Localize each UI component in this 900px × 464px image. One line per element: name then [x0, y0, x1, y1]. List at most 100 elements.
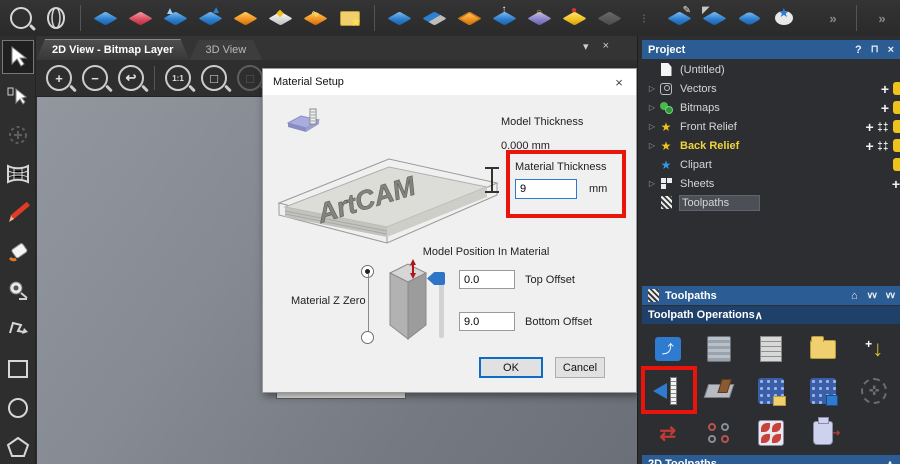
grid-relief-icon[interactable]: [456, 5, 482, 31]
tab-2d-view[interactable]: 2D View - Bitmap Layer: [36, 39, 189, 60]
zoom-in-icon[interactable]: +: [46, 65, 72, 91]
toolpaths-2d-header[interactable]: 2D Toolpaths ∧: [642, 455, 900, 464]
toolpath-calculator-icon[interactable]: [702, 332, 736, 366]
invert-relief-icon[interactable]: [386, 5, 412, 31]
tool-database-icon[interactable]: [806, 332, 840, 366]
circle-tool-icon[interactable]: [2, 391, 34, 425]
rotary-toolpath-icon[interactable]: [806, 416, 841, 450]
texture-relief-icon[interactable]: ∿: [302, 5, 328, 31]
select-tool-icon[interactable]: [1, 40, 34, 74]
collapse-double-icon[interactable]: ∨∨: [867, 290, 878, 301]
delete-material-icon[interactable]: [702, 374, 736, 408]
add-relief-icon[interactable]: ▲: [162, 5, 188, 31]
raise-relief-icon[interactable]: ↑: [491, 5, 517, 31]
weave-relief-icon[interactable]: [232, 5, 258, 31]
sculpt-relief-icon[interactable]: [127, 5, 153, 31]
paint-tool-icon[interactable]: [2, 196, 34, 230]
tab-dropdown-icon[interactable]: ▾: [583, 40, 589, 53]
fold-relief-icon[interactable]: ◤: [701, 5, 727, 31]
collapse-icon[interactable]: ∧: [755, 309, 763, 322]
expand-icon[interactable]: ▷: [646, 179, 658, 188]
zoom-out-icon[interactable]: −: [82, 65, 108, 91]
tree-item-sheets[interactable]: ▷ Sheets +: [642, 174, 900, 193]
tree-item-bitmaps[interactable]: ▷ Bitmaps +: [642, 98, 900, 117]
wrap-relief-icon[interactable]: ✎: [666, 5, 692, 31]
dialog-close-icon[interactable]: ×: [602, 69, 636, 95]
donut-relief-icon[interactable]: ●: [561, 5, 587, 31]
overflow-more-icon[interactable]: »: [819, 5, 845, 31]
expand-icon[interactable]: ▷: [646, 84, 658, 93]
merge-toolpaths-save-icon[interactable]: [806, 374, 840, 408]
add-bitmap-icon[interactable]: +: [881, 101, 889, 115]
add-vectors-icon[interactable]: +: [881, 82, 889, 96]
project-panel-title: Project: [648, 43, 686, 56]
zoom-previous-icon[interactable]: ↩: [118, 65, 144, 91]
zoom-fit-icon[interactable]: □: [201, 65, 227, 91]
expand-icon[interactable]: ▷: [646, 122, 658, 131]
tree-item-back-relief[interactable]: ▷ ★ Back Relief + ++ ++: [642, 136, 900, 155]
add-relief-layer-icon[interactable]: +: [865, 120, 873, 134]
wedge-relief-icon[interactable]: [736, 5, 762, 31]
cancel-button[interactable]: Cancel: [555, 357, 605, 378]
ring-tray-relief-icon[interactable]: ○: [526, 5, 552, 31]
merge-toolpaths-folder-icon[interactable]: [754, 374, 788, 408]
toolpath-operations-header[interactable]: Toolpath Operations ∧: [642, 306, 900, 324]
material-setup-dialog: Material Setup × Model Thickness 0.000 m…: [262, 68, 637, 393]
visibility-icon[interactable]: [893, 139, 900, 152]
relief-layers-icon[interactable]: ++ ++: [878, 139, 889, 152]
toolpath-summary-icon[interactable]: [754, 332, 788, 366]
overflow-more-2-icon[interactable]: »: [868, 5, 894, 31]
pin-icon[interactable]: ⊓: [871, 44, 879, 55]
offset-slider-track[interactable]: [439, 276, 444, 338]
home-icon[interactable]: ⌂: [851, 290, 858, 302]
simulate-toolpath-icon[interactable]: ⇄: [651, 416, 685, 450]
tree-item-toolpaths[interactable]: Toolpaths: [642, 193, 900, 212]
tile-toolpaths-icon[interactable]: [754, 416, 788, 450]
save-toolpaths-icon[interactable]: ⤴: [651, 332, 685, 366]
polyline-tool-icon[interactable]: [2, 313, 34, 347]
distort-tool-icon[interactable]: [2, 157, 34, 191]
erase-tool-icon[interactable]: [2, 235, 34, 269]
tab-3d-view[interactable]: 3D View: [189, 40, 262, 60]
expand-icon[interactable]: ▷: [646, 103, 658, 112]
collapse-icon[interactable]: ∧: [886, 458, 894, 464]
preview-relief-icon[interactable]: [43, 5, 69, 31]
smooth-relief-icon[interactable]: [92, 5, 118, 31]
tab-close-icon[interactable]: ×: [603, 40, 609, 53]
ok-button[interactable]: OK: [479, 357, 543, 378]
tree-item-front-relief[interactable]: ▷ ★ Front Relief + ++ ++: [642, 117, 900, 136]
visibility-icon[interactable]: [893, 158, 900, 171]
add-sheet-icon[interactable]: +: [892, 177, 900, 191]
zoom-select-icon[interactable]: [8, 5, 34, 31]
half-relief-icon[interactable]: [421, 5, 447, 31]
close-panel-icon[interactable]: ×: [888, 44, 894, 56]
dialog-titlebar[interactable]: Material Setup: [263, 69, 636, 95]
star-clipart-icon[interactable]: ★: [771, 5, 797, 31]
z-zero-bottom-radio[interactable]: [361, 331, 374, 344]
drag-knife-icon[interactable]: [702, 416, 736, 450]
collapse-double-icon-2[interactable]: ∨∨: [885, 290, 896, 301]
help-icon[interactable]: ?: [855, 44, 862, 56]
visibility-icon[interactable]: [893, 82, 900, 95]
tree-item-clipart[interactable]: ★ Clipart: [642, 155, 900, 174]
emboss-tray-relief-icon[interactable]: ◆: [267, 5, 293, 31]
visibility-icon[interactable]: [893, 120, 900, 133]
zoom-selected-icon: □: [237, 65, 263, 91]
visibility-icon[interactable]: [893, 101, 900, 114]
toolpath-operations-title: Toolpath Operations: [648, 309, 755, 321]
double-relief-icon[interactable]: ▲: [197, 5, 223, 31]
tree-item-untitled[interactable]: (Untitled): [642, 60, 900, 79]
polygon-tool-icon[interactable]: [2, 430, 34, 464]
top-offset-input[interactable]: [459, 270, 515, 289]
relief-layers-icon[interactable]: ++ ++: [878, 120, 889, 133]
measure-tool-icon[interactable]: [2, 274, 34, 308]
tree-item-vectors[interactable]: ▷ Vectors +: [642, 79, 900, 98]
relief-clipart-library-icon[interactable]: ★: [337, 5, 363, 31]
rectangle-tool-icon[interactable]: [2, 352, 34, 386]
expand-icon[interactable]: ▷: [646, 141, 658, 150]
add-relief-layer-icon[interactable]: +: [865, 139, 873, 153]
zoom-1to1-icon[interactable]: 1:1: [165, 65, 191, 91]
node-edit-tool-icon[interactable]: [2, 79, 34, 113]
bottom-offset-input[interactable]: [459, 312, 515, 331]
import-toolpaths-icon[interactable]: +↓: [857, 332, 891, 366]
